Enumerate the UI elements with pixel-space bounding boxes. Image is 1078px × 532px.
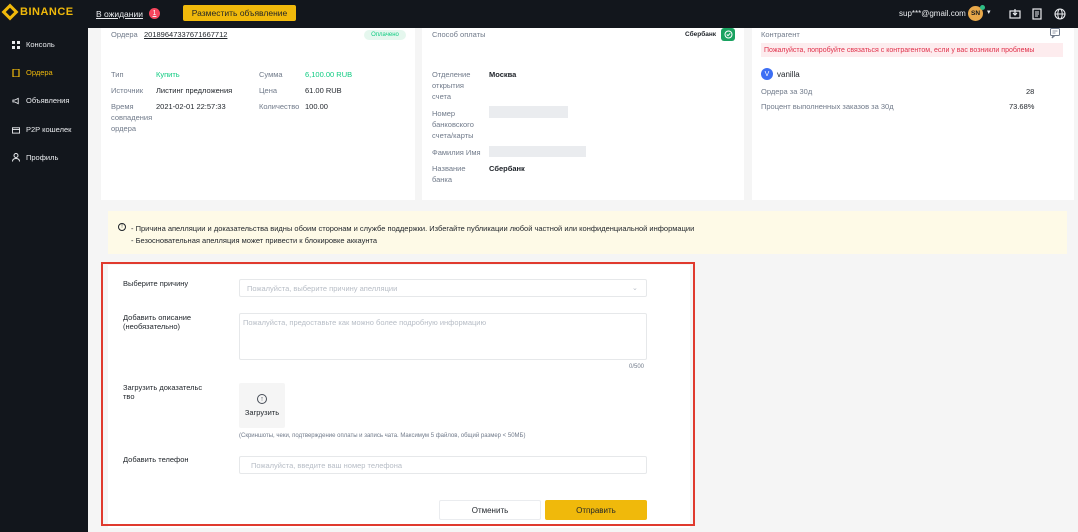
branch-value: Москва	[489, 70, 517, 79]
sberbank-icon	[721, 28, 735, 41]
bank-name-label: Название банка	[432, 164, 466, 184]
notice-line-1: - Причина апелляции и доказательства вид…	[131, 224, 695, 233]
binance-logo[interactable]: BINANCE	[1, 3, 74, 21]
upload-arrow-icon: ↑	[257, 394, 267, 404]
match-time-label: Время совпадения ордера	[111, 102, 153, 133]
sidebar-item-label: P2P кошелек	[26, 125, 72, 134]
grid-icon	[12, 40, 20, 49]
source-label: Источник	[111, 86, 144, 95]
orders-30d-label: Ордера за 30д	[761, 87, 813, 96]
chevron-down-icon: ⌄	[632, 285, 638, 292]
amount-value: 6,100.00 RUB	[305, 70, 353, 79]
upload-button[interactable]: ↑ Загрузить	[239, 383, 285, 428]
sidebar-item-label: Консоль	[26, 40, 55, 49]
pending-orders-link[interactable]: В ожидании 1	[96, 8, 160, 19]
top-bar: BINANCE В ожидании 1 Разместить объявлен…	[0, 0, 1078, 28]
sidebar-item-label: Объявления	[26, 96, 70, 105]
upload-evidence-label: Загрузить доказательство	[123, 383, 203, 401]
binance-logo-icon	[1, 3, 19, 21]
match-time-value: 2021-02-01 22:57:33	[156, 102, 226, 111]
source-value: Листинг предложения	[156, 86, 233, 95]
char-counter: 0/500	[629, 364, 645, 370]
description-textarea[interactable]: Пожалуйста, предоставьте как можно более…	[239, 313, 647, 360]
sidebar-item-label: Ордера	[26, 68, 53, 77]
counterparty-username[interactable]: vanilla	[777, 69, 800, 80]
orders-icon[interactable]	[1030, 7, 1043, 20]
payment-method-value: Сбербанк	[685, 31, 717, 38]
chat-icon[interactable]	[1050, 28, 1063, 40]
sidebar-item-orders[interactable]: Ордера	[12, 68, 53, 77]
chevron-down-icon[interactable]: ▾	[987, 8, 991, 16]
order-number-label: Ордера	[111, 30, 138, 39]
completion-rate-label: Процент выполненных заказов за 30д	[761, 102, 894, 111]
logo-text: BINANCE	[20, 6, 74, 18]
completion-rate-value: 73.68%	[1009, 102, 1035, 111]
status-badge: Оплачено	[364, 30, 406, 40]
price-label: Цена	[259, 86, 278, 95]
pending-label: В ожидании	[96, 8, 143, 19]
cancel-button[interactable]: Отменить	[439, 500, 541, 520]
sidebar-item-console[interactable]: Консоль	[12, 40, 55, 49]
reason-label: Выберите причину	[123, 279, 189, 288]
type-value: Купить	[156, 70, 180, 79]
online-status-dot	[980, 5, 985, 10]
redacted-account-number	[489, 106, 568, 118]
upload-hint: (Скриншоты, чеки, подтверждение оплаты и…	[239, 433, 526, 439]
upload-button-label: Загрузить	[244, 408, 280, 417]
user-email[interactable]: sup***@gmail.com	[899, 9, 966, 18]
full-name-label: Фамилия Имя	[432, 148, 481, 157]
order-number[interactable]: 20189647337671667712	[144, 29, 227, 40]
download-icon[interactable]	[1008, 7, 1021, 20]
user-icon	[12, 153, 20, 162]
amount-label: Сумма	[259, 70, 283, 79]
sidebar-item-wallet[interactable]: P2P кошелек	[12, 125, 71, 134]
bank-name-value: Сбербанк	[489, 164, 525, 173]
contact-counterparty-warning: Пожалуйста, попробуйте связаться с контр…	[761, 43, 1063, 57]
quantity-value: 100.00	[305, 102, 328, 111]
redacted-full-name	[489, 146, 586, 157]
pending-count-badge: 1	[148, 8, 160, 19]
notice-line-2: - Безосновательная апелляция может приве…	[131, 236, 378, 245]
branch-label: Отделение открытия счета	[432, 70, 471, 101]
phone-label: Добавить телефон	[123, 455, 189, 464]
phone-input[interactable]: Пожалуйста, введите ваш номер телефона	[239, 456, 647, 474]
payment-method-label: Способ оплаты	[432, 30, 486, 39]
globe-icon[interactable]	[1053, 7, 1066, 20]
document-icon	[12, 68, 20, 77]
wallet-icon	[12, 126, 20, 134]
description-label: Добавить описание (необязательно)	[123, 313, 192, 331]
sidebar: Консоль Ордера Объявления P2P кошелек Пр…	[0, 28, 88, 532]
type-label: Тип	[111, 70, 124, 79]
quantity-label: Количество	[259, 102, 300, 111]
post-ad-button[interactable]: Разместить объявление	[183, 5, 296, 21]
megaphone-icon	[12, 97, 20, 105]
price-value: 61.00 RUB	[305, 86, 342, 95]
sidebar-item-profile[interactable]: Профиль	[12, 153, 58, 162]
submit-button[interactable]: Отправить	[545, 500, 647, 520]
info-icon: !	[118, 223, 126, 231]
sidebar-item-ads[interactable]: Объявления	[12, 96, 69, 105]
counterparty-avatar: V	[761, 68, 773, 80]
orders-30d-value: 28	[1026, 87, 1035, 96]
counterparty-title: Контрагент	[761, 30, 800, 39]
account-number-label: Номер банковского счета/карты	[432, 109, 474, 140]
sidebar-item-label: Профиль	[26, 153, 59, 162]
reason-select[interactable]: Пожалуйста, выберите причину апелляции	[239, 279, 647, 297]
